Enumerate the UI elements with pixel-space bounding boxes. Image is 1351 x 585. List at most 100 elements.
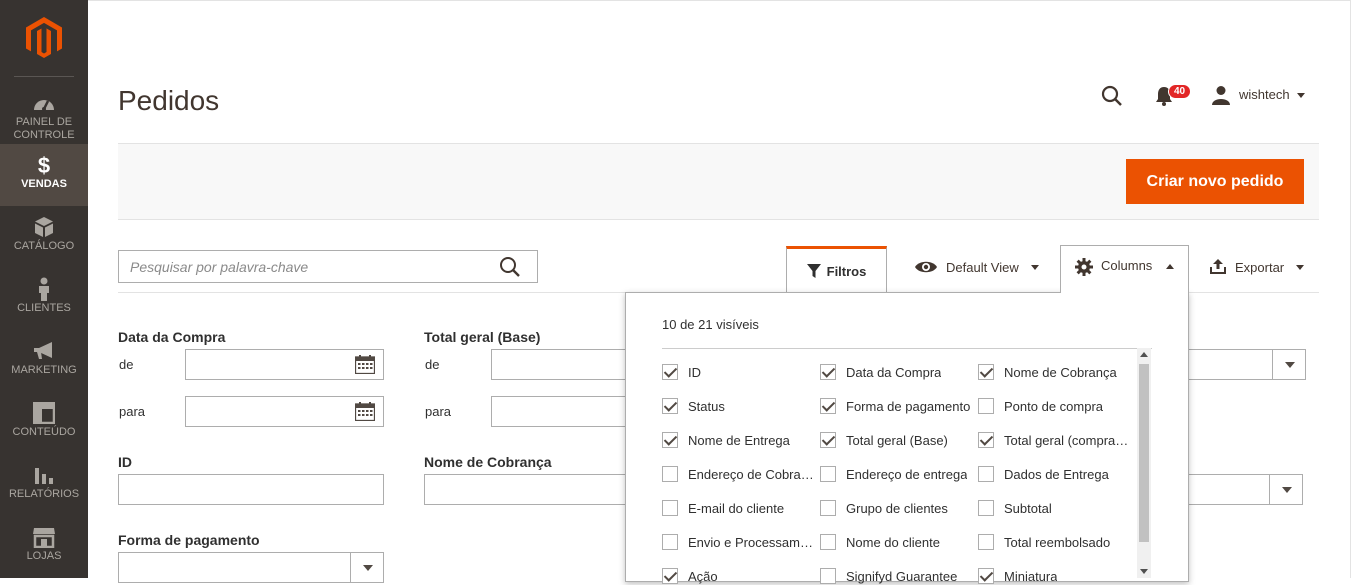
checkbox[interactable] bbox=[820, 568, 836, 584]
search-icon bbox=[1101, 85, 1122, 106]
checkbox[interactable] bbox=[820, 534, 836, 550]
grand-total-base-label: Total geral (Base) bbox=[424, 329, 541, 345]
checkbox[interactable] bbox=[662, 568, 678, 584]
column-option[interactable]: Nome do cliente bbox=[820, 533, 972, 551]
global-search-button[interactable] bbox=[1101, 85, 1123, 112]
checkbox[interactable] bbox=[978, 500, 994, 516]
checkbox[interactable] bbox=[978, 466, 994, 482]
column-option[interactable]: Nome de Entrega bbox=[662, 431, 814, 449]
id-field[interactable] bbox=[118, 474, 384, 505]
payment-method-select[interactable] bbox=[118, 552, 384, 583]
sidebar-item-label: RELATÓRIOS bbox=[8, 488, 80, 500]
checkbox[interactable] bbox=[820, 466, 836, 482]
filters-button[interactable]: Filtros bbox=[786, 246, 887, 293]
column-option[interactable]: Signifyd Guarantee bbox=[820, 567, 972, 585]
scroll-down-icon[interactable] bbox=[1140, 569, 1148, 574]
checkbox[interactable] bbox=[978, 364, 994, 380]
dollar-icon: $ bbox=[37, 152, 51, 178]
sidebar-item-sales[interactable]: $ VENDAS bbox=[0, 144, 88, 206]
billing-name-label: Nome de Cobrança bbox=[424, 454, 552, 470]
column-option[interactable]: Endereço de entrega bbox=[820, 465, 972, 483]
dashboard-icon bbox=[32, 92, 56, 114]
grand-total-to-field[interactable] bbox=[491, 396, 631, 427]
chevron-down-icon bbox=[1269, 475, 1302, 504]
magento-logo[interactable] bbox=[0, 0, 88, 76]
checkbox[interactable] bbox=[662, 398, 678, 414]
sidebar-item-stores[interactable]: LOJAS bbox=[0, 516, 88, 578]
purchase-date-to-field[interactable] bbox=[185, 396, 384, 427]
filter-icon bbox=[806, 264, 821, 278]
bar-chart-icon bbox=[33, 464, 55, 486]
scroll-up-icon[interactable] bbox=[1140, 352, 1148, 357]
view-label: Default View bbox=[946, 259, 1019, 275]
chevron-down-icon bbox=[1030, 264, 1039, 270]
grand-total-from-field[interactable] bbox=[491, 349, 631, 380]
checkbox[interactable] bbox=[820, 398, 836, 414]
column-option[interactable]: Miniatura bbox=[978, 567, 1130, 585]
checkbox[interactable] bbox=[978, 398, 994, 414]
sidebar-item-content[interactable]: CONTEÚDO bbox=[0, 392, 88, 454]
keyword-search-input[interactable] bbox=[119, 251, 489, 282]
checkbox[interactable] bbox=[662, 534, 678, 550]
chevron-down-icon[interactable] bbox=[1297, 93, 1305, 98]
checkbox[interactable] bbox=[662, 432, 678, 448]
checkbox[interactable] bbox=[662, 466, 678, 482]
column-option[interactable]: Total geral (Base) bbox=[820, 431, 972, 449]
checkbox[interactable] bbox=[978, 534, 994, 550]
checkbox[interactable] bbox=[662, 500, 678, 516]
columns-label: Columns bbox=[1101, 258, 1153, 273]
column-option[interactable]: Status bbox=[662, 397, 814, 415]
gear-icon bbox=[1075, 258, 1093, 276]
column-option[interactable]: Subtotal bbox=[978, 499, 1130, 517]
checkbox[interactable] bbox=[820, 432, 836, 448]
calendar-icon[interactable] bbox=[354, 355, 376, 379]
column-option[interactable]: Total geral (comprado) bbox=[978, 431, 1130, 449]
panel-scrollbar[interactable] bbox=[1137, 348, 1151, 578]
sidebar-item-label: PAINEL DE CONTROLE bbox=[13, 116, 75, 141]
column-option[interactable]: Data da Compra bbox=[820, 363, 972, 381]
column-option[interactable]: Ponto de compra bbox=[978, 397, 1130, 415]
view-selector[interactable]: Default View bbox=[914, 257, 1039, 277]
main-content: Pedidos 40 wishtech Criar novo pedido Fi… bbox=[88, 0, 1351, 584]
checkbox[interactable] bbox=[820, 364, 836, 380]
column-option[interactable]: Grupo de clientes bbox=[820, 499, 972, 517]
payment-method-label: Forma de pagamento bbox=[118, 532, 260, 548]
checkbox[interactable] bbox=[662, 364, 678, 380]
checkbox[interactable] bbox=[978, 432, 994, 448]
filters-label: Filtros bbox=[826, 263, 867, 279]
columns-button[interactable]: Columns bbox=[1060, 245, 1189, 293]
user-menu-name[interactable]: wishtech bbox=[1239, 87, 1290, 102]
sidebar-item-reports[interactable]: RELATÓRIOS bbox=[0, 454, 88, 516]
scrollbar-thumb[interactable] bbox=[1139, 364, 1149, 542]
calendar-icon[interactable] bbox=[354, 402, 376, 426]
sidebar-item-catalog[interactable]: CATÁLOGO bbox=[0, 206, 88, 268]
column-option[interactable]: ID bbox=[662, 363, 814, 381]
column-option[interactable]: Endereço de Cobrança bbox=[662, 465, 814, 483]
megaphone-icon bbox=[32, 340, 56, 362]
column-option[interactable]: E-mail do cliente bbox=[662, 499, 814, 517]
checkbox[interactable] bbox=[978, 568, 994, 584]
column-option[interactable]: Ação bbox=[662, 567, 814, 585]
user-icon bbox=[1212, 86, 1230, 105]
keyword-search-button[interactable] bbox=[499, 256, 521, 283]
column-option[interactable]: Envio e Processamento bbox=[662, 533, 814, 551]
sidebar-item-customers[interactable]: CLIENTES bbox=[0, 268, 88, 330]
billing-name-field[interactable] bbox=[424, 474, 631, 505]
column-option[interactable]: Forma de pagamento bbox=[820, 397, 972, 415]
sidebar-item-marketing[interactable]: MARKETING bbox=[0, 330, 88, 392]
create-order-button[interactable]: Criar novo pedido bbox=[1126, 159, 1304, 204]
checkbox[interactable] bbox=[820, 500, 836, 516]
user-avatar[interactable] bbox=[1211, 85, 1231, 110]
columns-dropdown-panel: 10 de 21 visíveis ID Data da Compra Nome… bbox=[625, 292, 1189, 585]
store-icon bbox=[32, 526, 56, 548]
sidebar-item-dashboard[interactable]: PAINEL DE CONTROLE bbox=[0, 82, 88, 144]
sidebar-item-label: CATÁLOGO bbox=[13, 240, 75, 252]
search-icon bbox=[500, 257, 520, 277]
box-icon bbox=[33, 216, 55, 238]
purchase-date-from-field[interactable] bbox=[185, 349, 384, 380]
column-option[interactable]: Total reembolsado bbox=[978, 533, 1130, 551]
column-option[interactable]: Nome de Cobrança bbox=[978, 363, 1130, 381]
column-option[interactable]: Dados de Entrega bbox=[978, 465, 1130, 483]
chevron-down-icon bbox=[1296, 264, 1305, 270]
export-button[interactable]: Exportar bbox=[1209, 257, 1305, 277]
